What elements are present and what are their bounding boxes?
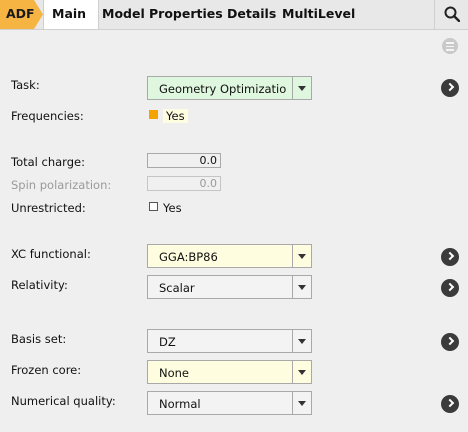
chevron-down-icon[interactable] — [292, 330, 311, 352]
tab-adf-label: ADF — [6, 6, 35, 21]
frozen-core-label: Frozen core: — [11, 363, 82, 377]
basis-set-label: Basis set: — [11, 332, 67, 346]
numerical-quality-value: Normal — [159, 397, 201, 411]
numerical-quality-label: Numerical quality: — [11, 394, 116, 408]
task-select-value: Geometry Optimizatio — [159, 82, 287, 96]
relativity-select[interactable]: Scalar — [147, 275, 312, 299]
task-label: Task: — [11, 78, 40, 92]
search-icon — [444, 6, 460, 22]
task-select[interactable]: Geometry Optimizatio — [147, 76, 312, 100]
chevron-down-icon[interactable] — [292, 361, 311, 383]
relativity-label: Relativity: — [11, 278, 68, 292]
tab-multilevel[interactable]: MultiLevel — [282, 6, 355, 21]
xc-functional-label: XC functional: — [11, 247, 91, 261]
xc-functional-details-arrow-icon[interactable] — [441, 248, 459, 266]
panel-menu-icon[interactable] — [442, 38, 458, 54]
relativity-details-arrow-icon[interactable] — [441, 279, 459, 297]
total-charge-label: Total charge: — [11, 155, 85, 169]
frozen-core-select[interactable]: None — [147, 360, 312, 384]
chevron-down-icon[interactable] — [292, 77, 311, 99]
unrestricted-label: Unrestricted: — [11, 201, 86, 215]
tab-main[interactable]: Main — [43, 0, 100, 29]
tab-properties[interactable]: Properties — [149, 6, 223, 21]
basis-set-value: DZ — [159, 335, 176, 349]
tab-adf[interactable]: ADF — [0, 0, 43, 29]
numerical-quality-details-arrow-icon[interactable] — [441, 395, 459, 413]
relativity-value: Scalar — [159, 281, 195, 295]
frequencies-label: Frequencies: — [11, 109, 84, 123]
task-details-arrow-icon[interactable] — [441, 79, 459, 97]
basis-set-details-arrow-icon[interactable] — [441, 333, 459, 351]
xc-functional-select[interactable]: GGA:BP86 — [147, 244, 312, 268]
total-charge-input[interactable]: 0.0 — [147, 153, 221, 168]
xc-functional-value: GGA:BP86 — [159, 250, 218, 264]
search-button[interactable] — [434, 0, 468, 29]
chevron-down-icon[interactable] — [292, 392, 311, 414]
spin-polarization-label: Spin polarization: — [11, 178, 112, 192]
basis-set-select[interactable]: DZ — [147, 329, 312, 353]
chevron-down-icon[interactable] — [292, 245, 311, 267]
frequencies-checkbox[interactable] — [149, 110, 158, 119]
tab-details[interactable]: Details — [227, 6, 276, 21]
unrestricted-checkbox[interactable] — [149, 202, 158, 211]
chevron-down-icon[interactable] — [292, 276, 311, 298]
tab-bar: ADF Main Model Properties Details MultiL… — [0, 0, 468, 30]
tab-model[interactable]: Model — [102, 6, 145, 21]
unrestricted-checkbox-label: Yes — [163, 201, 182, 215]
frequencies-checkbox-label: Yes — [163, 109, 188, 123]
spin-polarization-input: 0.0 — [147, 176, 221, 191]
numerical-quality-select[interactable]: Normal — [147, 391, 312, 415]
frozen-core-value: None — [159, 366, 190, 380]
